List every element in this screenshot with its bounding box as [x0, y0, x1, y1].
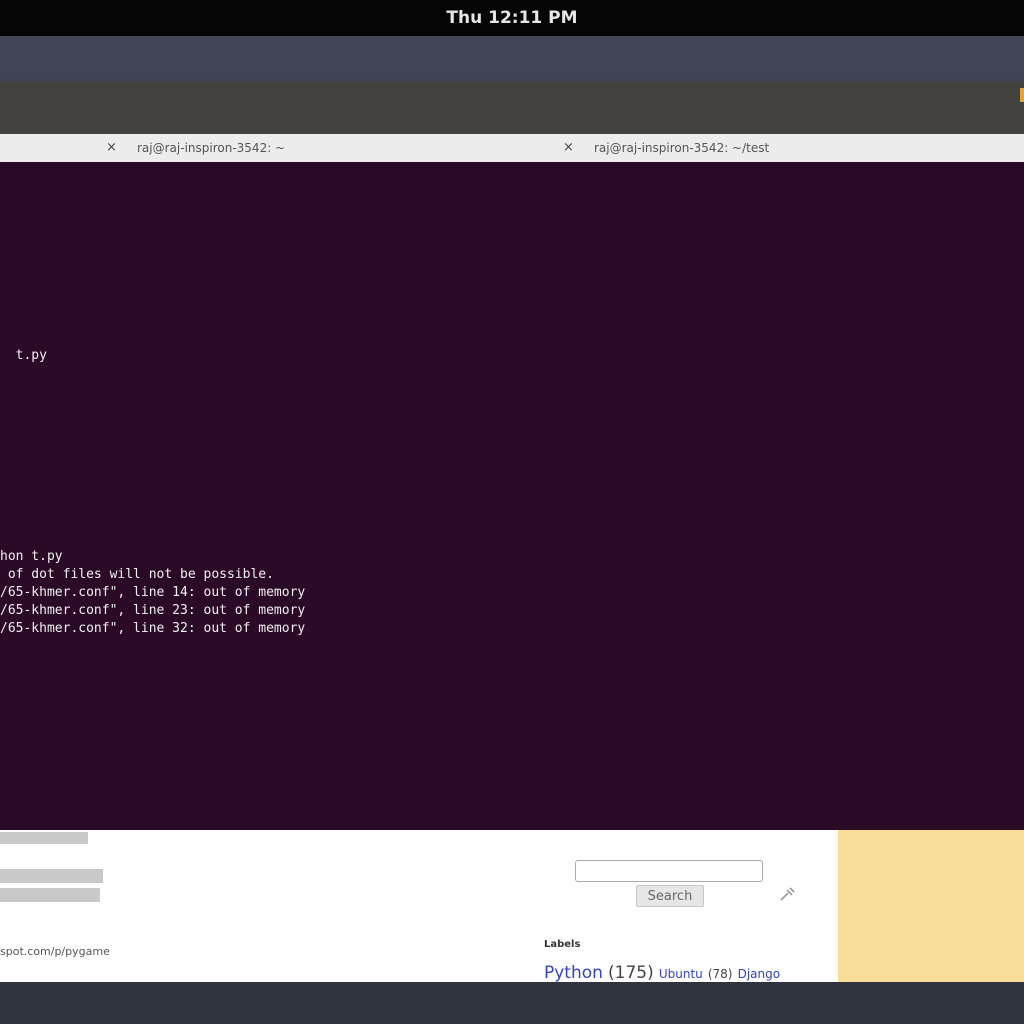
browser-side-panel: [838, 830, 1024, 982]
close-tab-icon[interactable]: ×: [106, 140, 117, 155]
url-text[interactable]: spot.com/p/pygame: [0, 945, 110, 958]
bottom-dock: [0, 982, 1024, 1024]
blog-header-bar: [0, 832, 88, 844]
tab-title[interactable]: raj@raj-inspiron-3542: ~: [137, 141, 285, 155]
terminal-tab-bar: × raj@raj-inspiron-3542: ~ × raj@raj-ins…: [0, 134, 1024, 163]
label-count: (175): [608, 963, 654, 982]
labels-list: Python (175) Ubuntu (78) Django: [544, 963, 780, 982]
label-link-django[interactable]: Django: [738, 967, 781, 981]
post-link-bar[interactable]: [0, 888, 100, 902]
terminal-line: hon t.py: [0, 549, 63, 564]
terminal-line: t.py: [0, 348, 47, 363]
top-panel: Thu 12:11 PM: [0, 0, 1024, 36]
label-link-python[interactable]: Python: [544, 963, 603, 982]
browser-page: spot.com/p/pygame Search Labels Python (…: [0, 830, 838, 982]
close-tab-icon[interactable]: ×: [563, 140, 574, 155]
tab-title[interactable]: raj@raj-inspiron-3542: ~/test: [594, 141, 769, 155]
search-button[interactable]: Search: [636, 885, 704, 907]
terminal-line: /65-khmer.conf", line 32: out of memory: [0, 621, 306, 636]
labels-heading: Labels: [544, 939, 581, 950]
label-count: (78): [707, 967, 733, 981]
terminal-line: of dot files will not be possible.: [0, 567, 274, 582]
search-input[interactable]: [575, 860, 763, 882]
label-link-ubuntu[interactable]: Ubuntu: [659, 967, 703, 981]
terminal-output[interactable]: t.py hon t.py of dot files will not be p…: [0, 162, 1024, 830]
clock[interactable]: Thu 12:11 PM: [446, 8, 577, 28]
background-window-titlebar: [0, 82, 1024, 134]
post-meta-bar: [0, 869, 103, 883]
background-window-edge: [1020, 88, 1024, 102]
terminal-line: /65-khmer.conf", line 14: out of memory: [0, 585, 306, 600]
search-options-icon[interactable]: [778, 886, 796, 904]
terminal-line: /65-khmer.conf", line 23: out of memory: [0, 603, 306, 618]
